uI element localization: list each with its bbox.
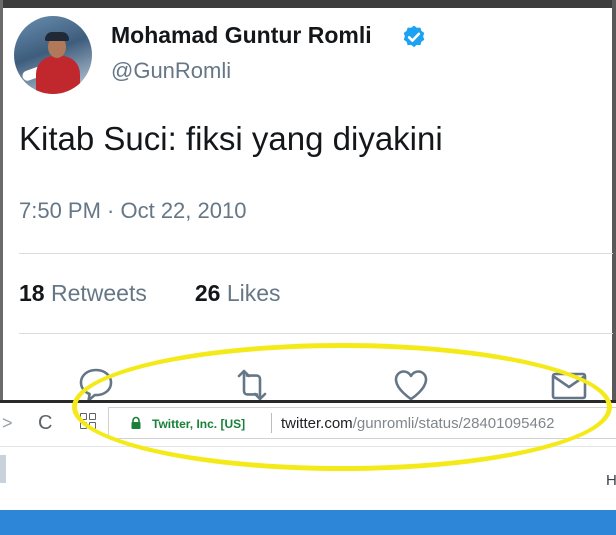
retweets-count: 18: [19, 280, 45, 306]
likes-stat[interactable]: 26 Likes: [195, 280, 281, 306]
page-header-bar: [0, 510, 616, 535]
forward-button[interactable]: >: [2, 413, 13, 434]
tweet-timestamp[interactable]: 7:50 PM · Oct 22, 2010: [19, 198, 246, 224]
highlight-ellipse: [72, 343, 612, 471]
right-frame: [612, 0, 616, 400]
top-frame: [0, 0, 616, 8]
divider: [19, 333, 613, 334]
likes-count: 26: [194, 280, 221, 306]
handle[interactable]: @GunRomli: [111, 58, 231, 84]
retweets-stat[interactable]: 18 Retweets: [19, 280, 147, 306]
display-name[interactable]: Mohamad Guntur Romli: [111, 22, 372, 49]
cropped-page-letter: H: [606, 472, 616, 489]
retweets-label: Retweets: [50, 280, 147, 306]
reload-icon[interactable]: C: [38, 412, 52, 435]
divider: [19, 253, 613, 254]
tweet-card: Mohamad Guntur Romli @GunRomli Kitab Suc…: [3, 8, 613, 402]
likes-label: Likes: [226, 280, 281, 306]
page-edge: [0, 455, 6, 483]
tweet-text: Kitab Suci: fiksi yang diyakini: [19, 120, 443, 157]
avatar[interactable]: [14, 16, 92, 94]
tweet-stats: 18 Retweets 26 Likes: [19, 280, 281, 307]
verified-badge-icon: [403, 25, 425, 48]
